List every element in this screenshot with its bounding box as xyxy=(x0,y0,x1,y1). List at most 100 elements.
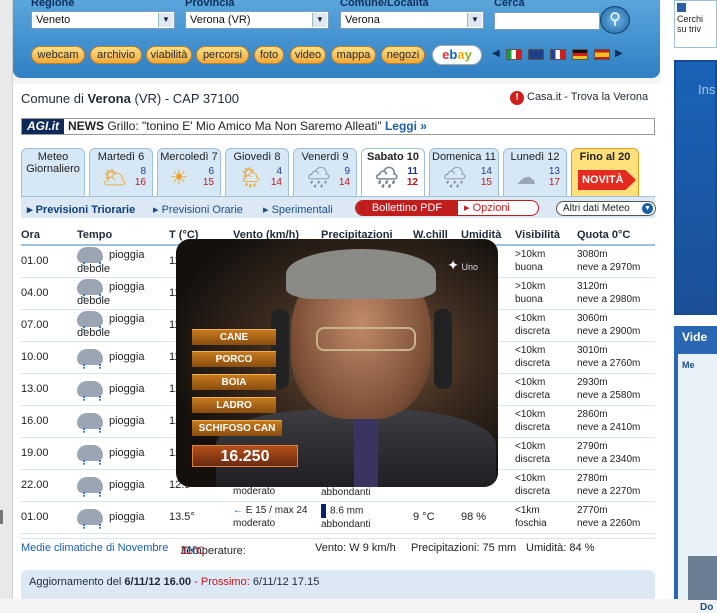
tab-venerdi[interactable]: Venerdì 9 🌧 9 14 xyxy=(293,148,357,196)
cell-visibilita: <10km discreta xyxy=(515,437,577,470)
sidebar-video[interactable]: Vide Me Do xyxy=(674,326,717,613)
casa-link[interactable]: ! Casa.it - Trova la Verona xyxy=(510,91,648,105)
cell-visibilita: <10km discreta xyxy=(515,469,577,502)
chevron-down-icon: ▼ xyxy=(158,13,173,27)
flag-fr-icon[interactable] xyxy=(550,49,566,60)
edge-marker xyxy=(0,510,3,524)
cell-visibilita: <10km discreta xyxy=(515,341,577,374)
comune-label: Comune/Località xyxy=(340,0,429,9)
col-quota: Quota 0°C xyxy=(577,225,655,246)
location-bar: Regione Veneto ▼ Provincia Verona (VR) ▼ C… xyxy=(13,0,660,78)
news-more-link[interactable]: Leggi » xyxy=(385,119,427,133)
ebay-logo[interactable]: ebay xyxy=(432,45,482,65)
cell-tempo: pioggia debole xyxy=(77,245,169,278)
novita-badge: NOVITÀ xyxy=(578,170,636,190)
medie-climatiche: Medie climatiche di Novembre Temperature… xyxy=(21,538,655,557)
news-ticker[interactable]: AGI.it NEWS Grillo: "tonino E' Mio Amico … xyxy=(21,118,655,135)
cell-quota: 2860m neve a 2410m xyxy=(577,405,655,438)
cell-tempo: pioggia debole xyxy=(77,309,169,342)
chevron-down-icon: ▼ xyxy=(467,13,482,27)
flag-it-icon[interactable] xyxy=(506,49,522,60)
video-panel: Me Do xyxy=(678,354,717,613)
regione-select[interactable]: Veneto ▼ xyxy=(31,11,175,29)
cell-ora: 19.00 xyxy=(21,437,77,470)
cell-quota: 3080m neve a 2970m xyxy=(577,245,655,278)
vento-stats: Vento: W 9 km/h xyxy=(315,542,396,554)
cell-visibilita: >10km buona xyxy=(515,245,577,278)
video-thumbnail[interactable] xyxy=(688,556,717,600)
hair-shape xyxy=(286,249,436,299)
table-row: 01.00 pioggia 13.5° ← E 15 / max 24 moderato… xyxy=(21,501,655,534)
cell-quota: 3120m neve a 2980m xyxy=(577,277,655,310)
pill-archivio[interactable]: archivio xyxy=(90,46,142,64)
partly-cloudy-icon: 🌥 xyxy=(102,167,128,189)
tab-lunedi[interactable]: Lunedì 12 ☁ 13 17 xyxy=(503,148,567,196)
chevron-down-icon: ▼ xyxy=(312,13,327,27)
search-input[interactable] xyxy=(494,12,600,30)
tab-previsioni-orarie[interactable]: ▸ Previsioni Orarie xyxy=(153,203,243,216)
provincia-value: Verona (VR) xyxy=(190,14,251,26)
tab-domenica[interactable]: Domenica 11 🌧 14 15 xyxy=(429,148,499,196)
regione-label: Regione xyxy=(31,0,75,9)
cell-ora: 22.00 xyxy=(21,469,77,502)
regione-value: Veneto xyxy=(36,14,71,26)
pdf-button[interactable]: Bollettino PDF ▸ Opzioni xyxy=(355,200,539,216)
aggiornamento-bar: Aggiornamento del 6/11/12 16.00 - Prossi… xyxy=(21,570,655,599)
pill-viabilita[interactable]: viabilità xyxy=(146,46,192,64)
altri-dati-button[interactable]: Altri dati Meteo ▼ xyxy=(556,201,656,216)
day-tabs: Meteo Giornaliero Martedì 6 🌥 8 16 Mercoledì… xyxy=(21,148,655,196)
tv-logo: ✦ Uno xyxy=(447,257,478,273)
chevron-down-icon: ▼ xyxy=(642,203,653,214)
cell-visibilita: <10km discreta xyxy=(515,405,577,438)
tab-sperimentali[interactable]: ▸ Sperimentali xyxy=(263,203,333,216)
comune-select[interactable]: Verona ▼ xyxy=(340,11,484,29)
rain-icon: 🌧 xyxy=(306,167,332,189)
medie-link[interactable]: Medie climatiche di Novembre xyxy=(21,542,168,554)
star-icon: ✦ xyxy=(447,257,459,273)
cell-wchill: 9 °C xyxy=(413,501,461,534)
bollettino-pdf-button[interactable]: Bollettino PDF xyxy=(356,201,458,215)
pill-foto[interactable]: foto xyxy=(254,46,284,64)
rain-cloud-icon xyxy=(77,349,103,369)
flag-de-icon[interactable] xyxy=(572,49,588,60)
provincia-select[interactable]: Verona (VR) ▼ xyxy=(185,11,329,29)
flag-uk-icon[interactable] xyxy=(528,49,544,60)
cell-tempo: pioggia debole xyxy=(77,277,169,310)
tab-giovedi[interactable]: Giovedì 8 🌦 4 14 xyxy=(225,148,289,196)
rain-icon: 🌧 xyxy=(442,167,468,189)
arrow-left-icon[interactable]: ◀ xyxy=(492,48,500,59)
tab-martedi[interactable]: Martedì 6 🌥 8 16 xyxy=(89,148,153,196)
pill-video[interactable]: video xyxy=(290,46,326,64)
arrow-right-icon[interactable]: ▶ xyxy=(615,48,623,59)
score-value: 16.250 xyxy=(192,445,298,467)
tab-sabato[interactable]: Sabato 10 🌧 11 12 xyxy=(361,148,425,196)
search-button[interactable]: ⚲ xyxy=(600,6,630,34)
pill-mappa[interactable]: mappa xyxy=(331,46,376,64)
cell-quota: 2930m neve a 2580m xyxy=(577,373,655,406)
sidebar-box[interactable]: Cerchi su triv xyxy=(674,0,717,48)
tab-previsioni-triorarie[interactable]: ▸ Previsioni Triorarie xyxy=(27,203,135,216)
sun-icon: ☀ xyxy=(170,167,188,189)
rain-cloud-icon xyxy=(77,413,103,433)
comune-value: Verona xyxy=(345,14,380,26)
tab-mercoledi[interactable]: Mercoledì 7 ☀ 6 15 xyxy=(157,148,221,196)
page-title: Comune di Verona (VR) - CAP 37100 xyxy=(21,91,240,106)
opzioni-button[interactable]: ▸ Opzioni xyxy=(464,201,510,215)
pill-percorsi[interactable]: percorsi xyxy=(196,46,249,64)
umidita-stats: Umidità: 84 % xyxy=(526,542,595,554)
flag-es-icon[interactable] xyxy=(594,49,610,60)
cell-tempo: pioggia xyxy=(77,437,169,470)
cell-visibilita: >10km buona xyxy=(515,277,577,310)
tab-meteo-giornaliero[interactable]: Meteo Giornaliero xyxy=(21,148,85,196)
cell-visibilita: <10km discreta xyxy=(515,309,577,342)
score-label: PORCO xyxy=(192,351,276,367)
sidebar-ad[interactable]: Ins xyxy=(674,60,717,315)
cell-quota: 2770m neve a 2260m xyxy=(577,501,655,534)
cell-visibilita: <1km foschia xyxy=(515,501,577,534)
rain-cloud-icon xyxy=(77,381,103,401)
pill-webcam[interactable]: webcam xyxy=(31,46,85,64)
cell-tempo: pioggia xyxy=(77,469,169,502)
tab-fino-al-20[interactable]: Fino al 20 NOVITÀ xyxy=(571,148,639,196)
pill-negozi[interactable]: negozi xyxy=(381,46,425,64)
cell-prec: 8.6 mm abbondanti xyxy=(321,501,413,534)
